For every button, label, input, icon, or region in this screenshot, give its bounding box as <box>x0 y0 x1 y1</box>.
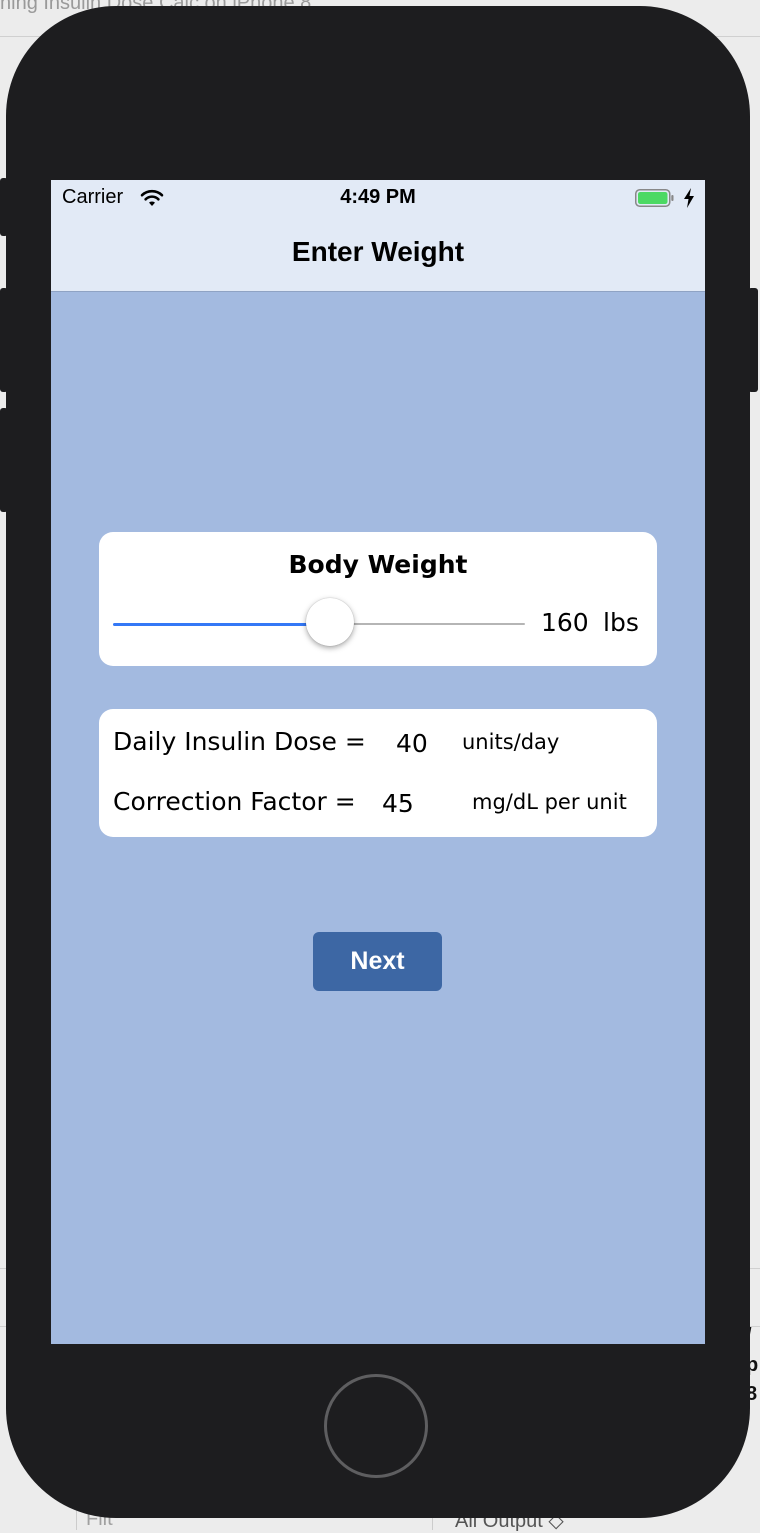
dose-results-card: Daily Insulin Dose = 40 units/day Correc… <box>99 709 657 837</box>
daily-dose-label: Daily Insulin Dose = <box>113 727 366 756</box>
battery-icon <box>635 189 674 207</box>
slider-track-filled <box>113 623 331 626</box>
weight-value: 160 <box>541 608 589 637</box>
status-time: 4:49 PM <box>340 186 416 208</box>
body-weight-card: Body Weight 160 lbs <box>99 532 657 666</box>
correction-factor-value: 45 <box>382 789 414 818</box>
body-weight-title: Body Weight <box>288 550 468 579</box>
charging-bolt-icon <box>684 188 694 208</box>
app-screen: Carrier 4:49 PM Enter Weight Body Weight… <box>51 180 705 1344</box>
slider-track-empty <box>331 623 525 625</box>
daily-dose-unit: units/day <box>462 730 560 754</box>
page-title: Enter Weight <box>291 236 465 267</box>
navigation-bar: Carrier 4:49 PM Enter Weight <box>51 180 705 292</box>
correction-factor-unit: mg/dL per unit <box>472 790 627 814</box>
daily-dose-value: 40 <box>396 729 428 758</box>
home-button[interactable] <box>324 1374 428 1478</box>
weight-slider[interactable] <box>113 594 525 654</box>
correction-factor-label: Correction Factor = <box>113 787 356 816</box>
slider-thumb[interactable] <box>306 598 354 646</box>
next-button[interactable]: Next <box>313 932 442 991</box>
weight-unit: lbs <box>603 608 639 637</box>
